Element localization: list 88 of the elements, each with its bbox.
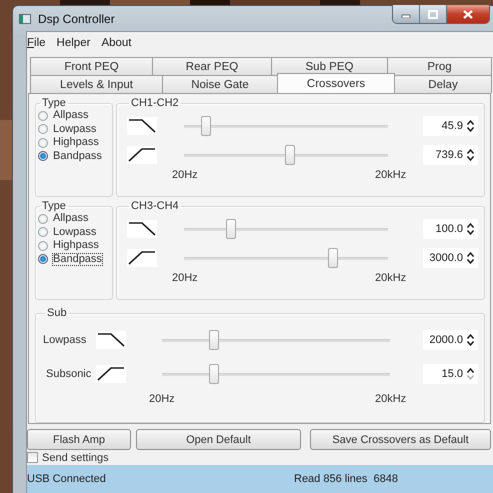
app-icon — [19, 14, 31, 24]
spin-down-icon[interactable] — [467, 230, 474, 235]
tab[interactable]: Crossovers — [277, 73, 395, 93]
action-button[interactable]: Open Default — [136, 429, 301, 450]
slider[interactable] — [184, 144, 388, 164]
number-field[interactable]: 45.9 — [423, 116, 478, 136]
checkbox-label[interactable]: Send settings — [42, 452, 109, 464]
radio-label[interactable]: Highpass — [52, 239, 100, 252]
maximize-button[interactable] — [420, 5, 447, 23]
slider-thumb[interactable] — [285, 144, 296, 164]
tab[interactable]: Rear PEQ — [152, 57, 272, 75]
menu-item[interactable]: About — [101, 36, 132, 48]
spin-down-icon[interactable] — [467, 126, 474, 132]
tab[interactable]: Noise Gate — [162, 75, 278, 93]
window-title: Dsp Controller — [38, 12, 115, 26]
scale-label: 20Hz — [149, 393, 175, 406]
group-title: CH3-CH4 — [130, 200, 180, 212]
group-title: Type — [41, 200, 67, 212]
spin-up-icon[interactable] — [467, 120, 474, 124]
lowpass-curve-icon — [127, 116, 157, 134]
minimize-button[interactable] — [393, 5, 420, 23]
tab[interactable]: Prog — [387, 57, 492, 75]
number-field[interactable]: 15.0 — [423, 364, 478, 384]
radio-label[interactable]: Allpass — [52, 109, 90, 122]
checkbox[interactable] — [27, 452, 38, 463]
close-icon — [463, 10, 473, 18]
action-button[interactable]: Flash Amp — [27, 429, 131, 450]
slider[interactable] — [184, 116, 388, 136]
radio-label[interactable]: Bandpass — [52, 252, 103, 266]
menu-item[interactable]: Helper — [56, 36, 90, 48]
menu-item[interactable]: File — [27, 36, 46, 48]
slider-thumb[interactable] — [201, 116, 212, 136]
slider-thumb[interactable] — [226, 218, 236, 239]
slider[interactable] — [184, 218, 388, 239]
spin-down-icon[interactable] — [467, 341, 474, 346]
radio-button[interactable] — [38, 151, 48, 162]
scale-label: 20kHz — [375, 272, 406, 284]
scale-label: 20kHz — [375, 393, 406, 406]
slider[interactable] — [184, 248, 388, 268]
radio-button[interactable] — [38, 124, 48, 134]
status-text: USB Connected — [27, 473, 107, 485]
highpass-curve-icon — [127, 146, 157, 164]
number-field[interactable]: 100.0 — [423, 218, 478, 239]
action-button[interactable]: Save Crossovers as Default — [310, 429, 491, 450]
highpass-curve-icon — [127, 248, 157, 267]
highpass-curve-icon — [96, 365, 126, 384]
number-field[interactable]: 2000.0 — [423, 330, 478, 350]
lowpass-curve-icon — [96, 331, 126, 350]
status-text: Read 856 lines 6848 — [294, 473, 398, 485]
radio-label[interactable]: Allpass — [52, 212, 90, 226]
lowpass-curve-icon — [127, 220, 157, 238]
spin-up-icon[interactable] — [467, 334, 474, 340]
radio-button[interactable] — [38, 214, 48, 224]
close-button[interactable] — [447, 5, 489, 23]
radio-button[interactable] — [38, 138, 48, 148]
radio-label[interactable]: Bandpass — [52, 150, 103, 163]
scale-label: 20Hz — [172, 272, 198, 284]
radio-button[interactable] — [38, 254, 48, 264]
slider-label: Lowpass — [43, 334, 88, 346]
spin-down-icon[interactable] — [467, 156, 474, 160]
slider[interactable] — [162, 364, 390, 384]
group-title: Sub — [46, 307, 68, 320]
slider-thumb[interactable] — [328, 248, 338, 268]
tab[interactable]: Front PEQ — [30, 57, 153, 75]
radio-button[interactable] — [38, 240, 48, 251]
spin-down-icon[interactable] — [467, 258, 474, 264]
radio-button[interactable] — [38, 227, 48, 238]
tab[interactable]: Levels & Input — [30, 75, 163, 93]
slider[interactable] — [162, 330, 390, 350]
slider-label: Subsonic — [45, 368, 92, 380]
spin-up-icon[interactable] — [467, 222, 474, 228]
tab[interactable]: Delay — [394, 75, 492, 93]
radio-label[interactable]: Lowpass — [52, 226, 98, 239]
maximize-icon — [428, 10, 438, 18]
group-title: CH1-CH2 — [130, 97, 180, 109]
radio-button[interactable] — [38, 110, 48, 121]
slider-thumb[interactable] — [209, 364, 220, 384]
scale-label: 20kHz — [375, 169, 406, 181]
group-title: Type — [41, 97, 67, 109]
number-field[interactable]: 3000.0 — [423, 248, 478, 268]
radio-label[interactable]: Highpass — [52, 136, 100, 150]
number-field[interactable]: 739.6 — [423, 144, 478, 164]
spin-up-icon[interactable] — [467, 148, 474, 154]
slider-thumb[interactable] — [209, 330, 220, 350]
spin-up-icon[interactable] — [467, 252, 474, 257]
radio-label[interactable]: Lowpass — [52, 122, 98, 136]
spin-up-icon[interactable] — [467, 368, 474, 374]
scale-label: 20Hz — [172, 169, 198, 181]
